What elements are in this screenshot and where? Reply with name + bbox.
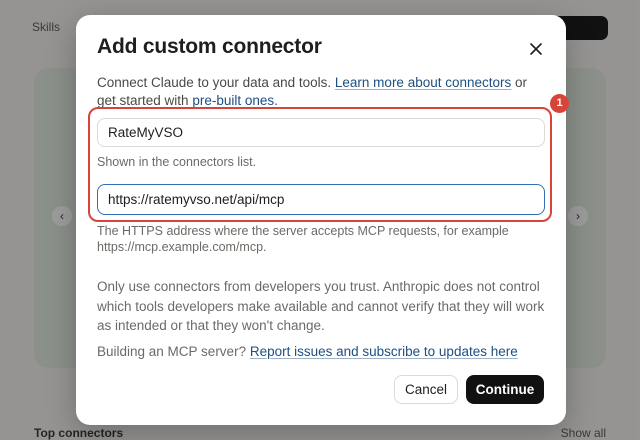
continue-button[interactable]: Continue — [466, 375, 544, 404]
building-lead: Building an MCP server? — [97, 344, 250, 359]
prebuilt-connectors-link[interactable]: pre-built ones — [192, 93, 274, 108]
connector-url-hint: The HTTPS address where the server accep… — [97, 224, 509, 254]
learn-more-link[interactable]: Learn more about connectors — [335, 75, 511, 90]
intro-text: Connect Claude to your data and tools. L… — [97, 74, 547, 110]
building-mcp-text: Building an MCP server? Report issues an… — [97, 344, 518, 359]
intro-lead: Connect Claude to your data and tools. — [97, 75, 335, 90]
close-icon — [530, 43, 542, 55]
trust-warning-text: Only use connectors from developers you … — [97, 279, 545, 333]
annotation-badge: 1 — [550, 94, 569, 113]
close-button[interactable] — [524, 37, 548, 61]
add-custom-connector-dialog: Add custom connector Connect Claude to y… — [76, 15, 566, 425]
connector-url-input[interactable] — [97, 184, 545, 215]
dialog-title: Add custom connector — [97, 35, 322, 58]
report-issues-link[interactable]: Report issues and subscribe to updates h… — [250, 344, 518, 359]
connector-name-hint: Shown in the connectors list. — [97, 155, 257, 169]
intro-end: . — [274, 93, 278, 108]
connector-name-input[interactable] — [97, 118, 545, 147]
cancel-button[interactable]: Cancel — [394, 375, 458, 404]
